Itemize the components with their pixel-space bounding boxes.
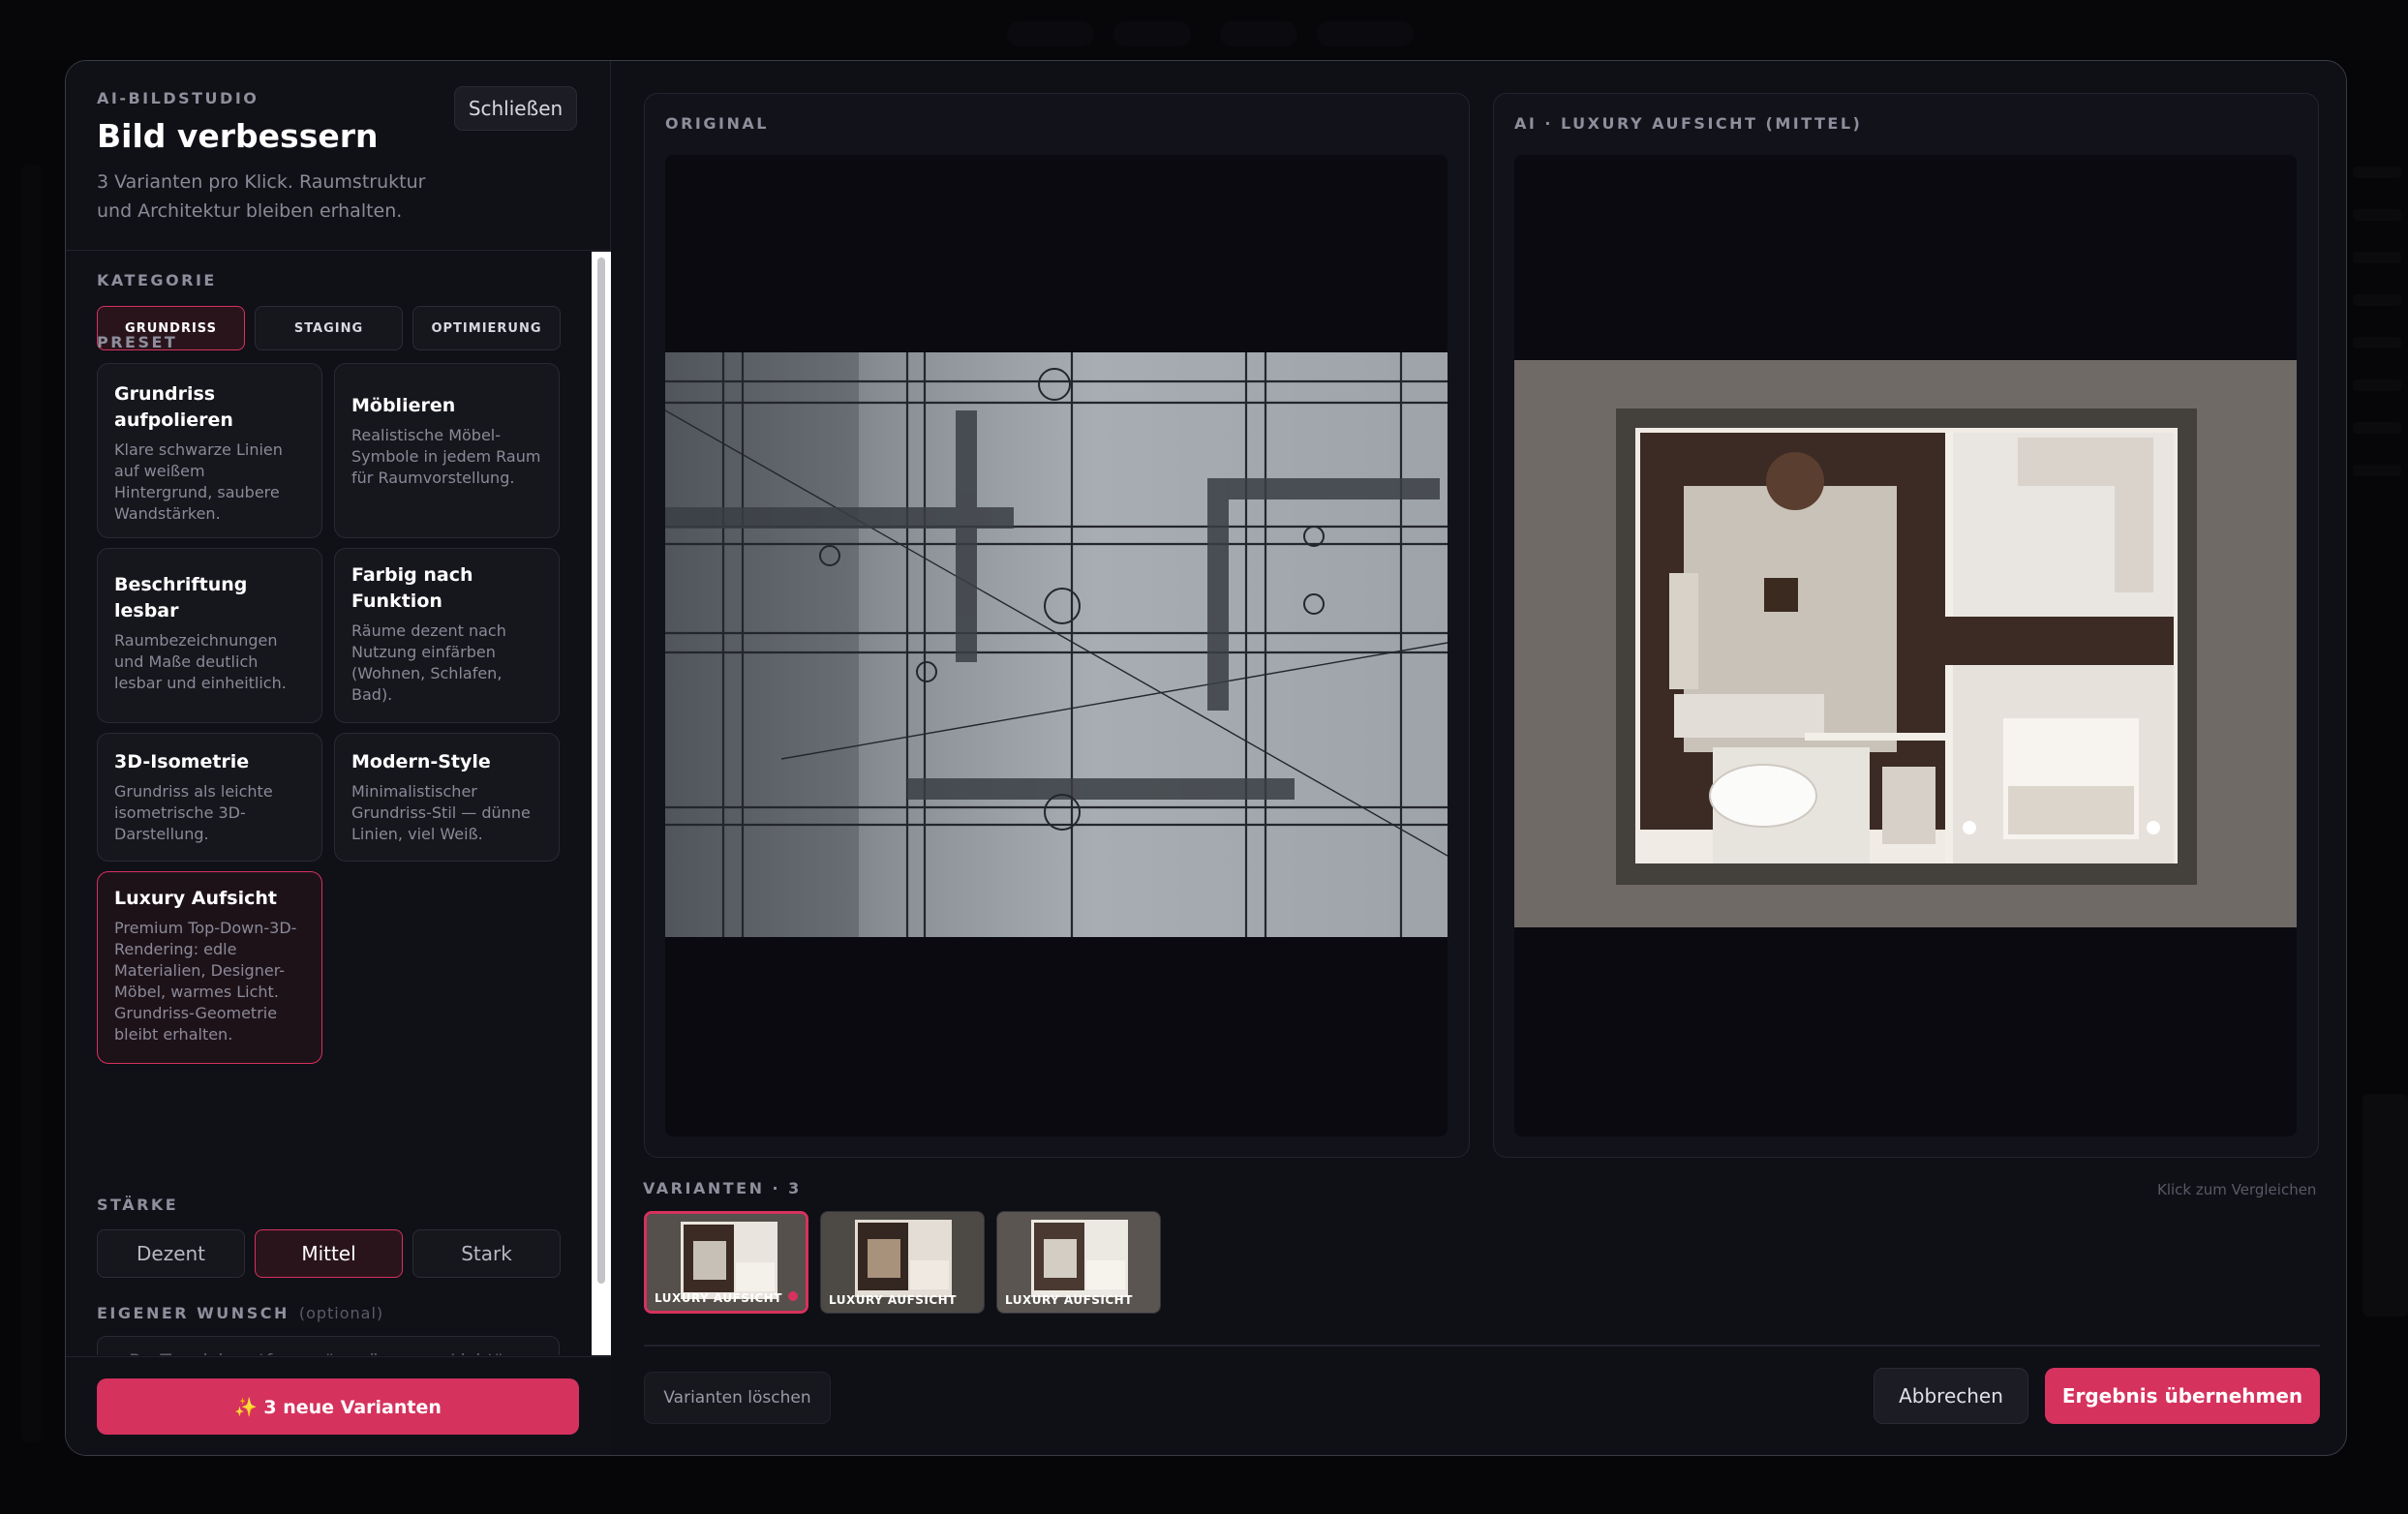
variant-thumbnail[interactable]: LUXURY AUFSICHT	[996, 1211, 1161, 1314]
ai-luxury-topdown-image	[1514, 360, 2297, 927]
settings-sidebar: AI-BILDSTUDIO Bild verbessern 3 Variante…	[66, 61, 611, 1455]
preset-card-modern-style[interactable]: Modern-Style Minimalistischer Grundriss-…	[334, 733, 560, 862]
category-label: KATEGORIE	[97, 271, 217, 289]
preset-description: Raumbezeichnungen und Maße deutlich lesb…	[114, 631, 287, 692]
preset-description: Premium Top-Down-3D-Rendering: edle Mate…	[114, 919, 297, 1044]
preset-card-moeblieren[interactable]: Möblieren Realistische Möbel-Symbole in …	[334, 363, 560, 538]
preset-label: PRESET	[97, 333, 178, 351]
preset-description: Grundriss als leichte isometrische 3D-Da…	[114, 782, 273, 843]
preset-title: Möblieren	[351, 395, 456, 416]
preset-description: Räume dezent nach Nutzung einfärben (Woh…	[351, 621, 506, 704]
variant-label: LUXURY AUFSICHT	[655, 1291, 782, 1305]
sidebar-header: AI-BILDSTUDIO Bild verbessern 3 Variante…	[66, 61, 611, 251]
preset-description: Realistische Möbel-Symbole in jedem Raum…	[351, 426, 541, 487]
variant-thumbnail[interactable]: LUXURY AUFSICHT	[644, 1211, 808, 1314]
variant-label: LUXURY AUFSICHT	[1005, 1293, 1133, 1307]
category-staging[interactable]: STAGING	[255, 306, 403, 350]
preset-card-3d-isometrie[interactable]: 3D-Isometrie Grundriss als leichte isome…	[97, 733, 322, 862]
preset-title: Luxury Aufsicht	[114, 888, 277, 909]
modal-eyebrow: AI-BILDSTUDIO	[97, 89, 259, 107]
ai-panel-title: AI · LUXURY AUFSICHT (MITTEL)	[1514, 114, 1863, 133]
preset-card-beschriftung-lesbar[interactable]: Beschriftung lesbar Raumbezeichnungen un…	[97, 548, 322, 723]
ai-result-panel: AI · LUXURY AUFSICHT (MITTEL)	[1493, 93, 2319, 1158]
preset-title: Modern-Style	[351, 751, 491, 772]
category-optimierung[interactable]: OPTIMIERUNG	[412, 306, 561, 350]
preset-card-farbig-nach-funktion[interactable]: Farbig nach Funktion Räume dezent nach N…	[334, 548, 560, 723]
sidebar-scrollbar[interactable]	[592, 252, 611, 1355]
wish-label-text: EIGENER WUNSCH	[97, 1304, 290, 1322]
modal-title: Bild verbessern	[97, 117, 379, 155]
strength-dezent[interactable]: Dezent	[97, 1229, 245, 1278]
scrollbar-thumb[interactable]	[597, 257, 605, 1284]
preset-title: Beschriftung lesbar	[114, 574, 248, 621]
original-floorplan-image	[665, 352, 1448, 937]
original-panel-title: ORIGINAL	[665, 114, 769, 133]
cancel-button[interactable]: Abbrechen	[1874, 1368, 2028, 1424]
sidebar-scroll-area[interactable]: KATEGORIE GRUNDRISS STAGING OPTIMIERUNG …	[66, 252, 611, 1355]
strength-label: STÄRKE	[97, 1196, 179, 1214]
wish-optional: (optional)	[298, 1304, 384, 1322]
variants-label: VARIANTEN · 3	[643, 1179, 802, 1197]
image-studio-modal: AI-BILDSTUDIO Bild verbessern 3 Variante…	[65, 60, 2347, 1456]
accept-result-button[interactable]: Ergebnis übernehmen	[2045, 1368, 2320, 1424]
variants-hint: Klick zum Vergleichen	[2157, 1181, 2317, 1198]
wish-textarea[interactable]: z.B. „Teppich entfernen", „wärmeres Lich…	[97, 1336, 560, 1355]
variant-label: LUXURY AUFSICHT	[829, 1293, 957, 1307]
variant-thumbnail[interactable]: LUXURY AUFSICHT	[820, 1211, 985, 1314]
strength-stark[interactable]: Stark	[412, 1229, 561, 1278]
preset-title: Grundriss aufpolieren	[114, 383, 233, 431]
close-button[interactable]: Schließen	[454, 86, 577, 131]
preset-title: Farbig nach Funktion	[351, 564, 473, 612]
preset-card-luxury-aufsicht[interactable]: Luxury Aufsicht Premium Top-Down-3D-Rend…	[97, 871, 322, 1064]
preset-card-grundriss-aufpolieren[interactable]: Grundriss aufpolieren Klare schwarze Lin…	[97, 363, 322, 538]
generate-variants-button[interactable]: ✨ 3 neue Varianten	[97, 1378, 579, 1435]
selected-indicator	[788, 1291, 798, 1301]
footer-divider	[644, 1345, 2320, 1347]
preset-grid: Grundriss aufpolieren Klare schwarze Lin…	[97, 363, 560, 1064]
preset-title: 3D-Isometrie	[114, 751, 250, 772]
preset-description: Klare schwarze Linien auf weißem Hinterg…	[114, 440, 283, 523]
delete-variants-button[interactable]: Varianten löschen	[644, 1372, 831, 1424]
modal-description: 3 Varianten pro Klick. Raumstruktur und …	[97, 171, 426, 222]
preset-description: Minimalistischer Grundriss-Stil — dünne …	[351, 782, 531, 843]
wish-label: EIGENER WUNSCH (optional)	[97, 1304, 383, 1322]
strength-selector: Dezent Mittel Stark	[97, 1229, 561, 1278]
ai-image-viewer[interactable]	[1514, 155, 2297, 1136]
strength-mittel[interactable]: Mittel	[255, 1229, 403, 1278]
original-panel: ORIGINAL	[644, 93, 1470, 1158]
original-image-viewer[interactable]	[665, 155, 1448, 1136]
sidebar-footer: ✨ 3 neue Varianten	[66, 1356, 611, 1455]
variant-thumbnails: LUXURY AUFSICHT LUXURY AUFSICHT LUXURY A…	[644, 1211, 1161, 1314]
